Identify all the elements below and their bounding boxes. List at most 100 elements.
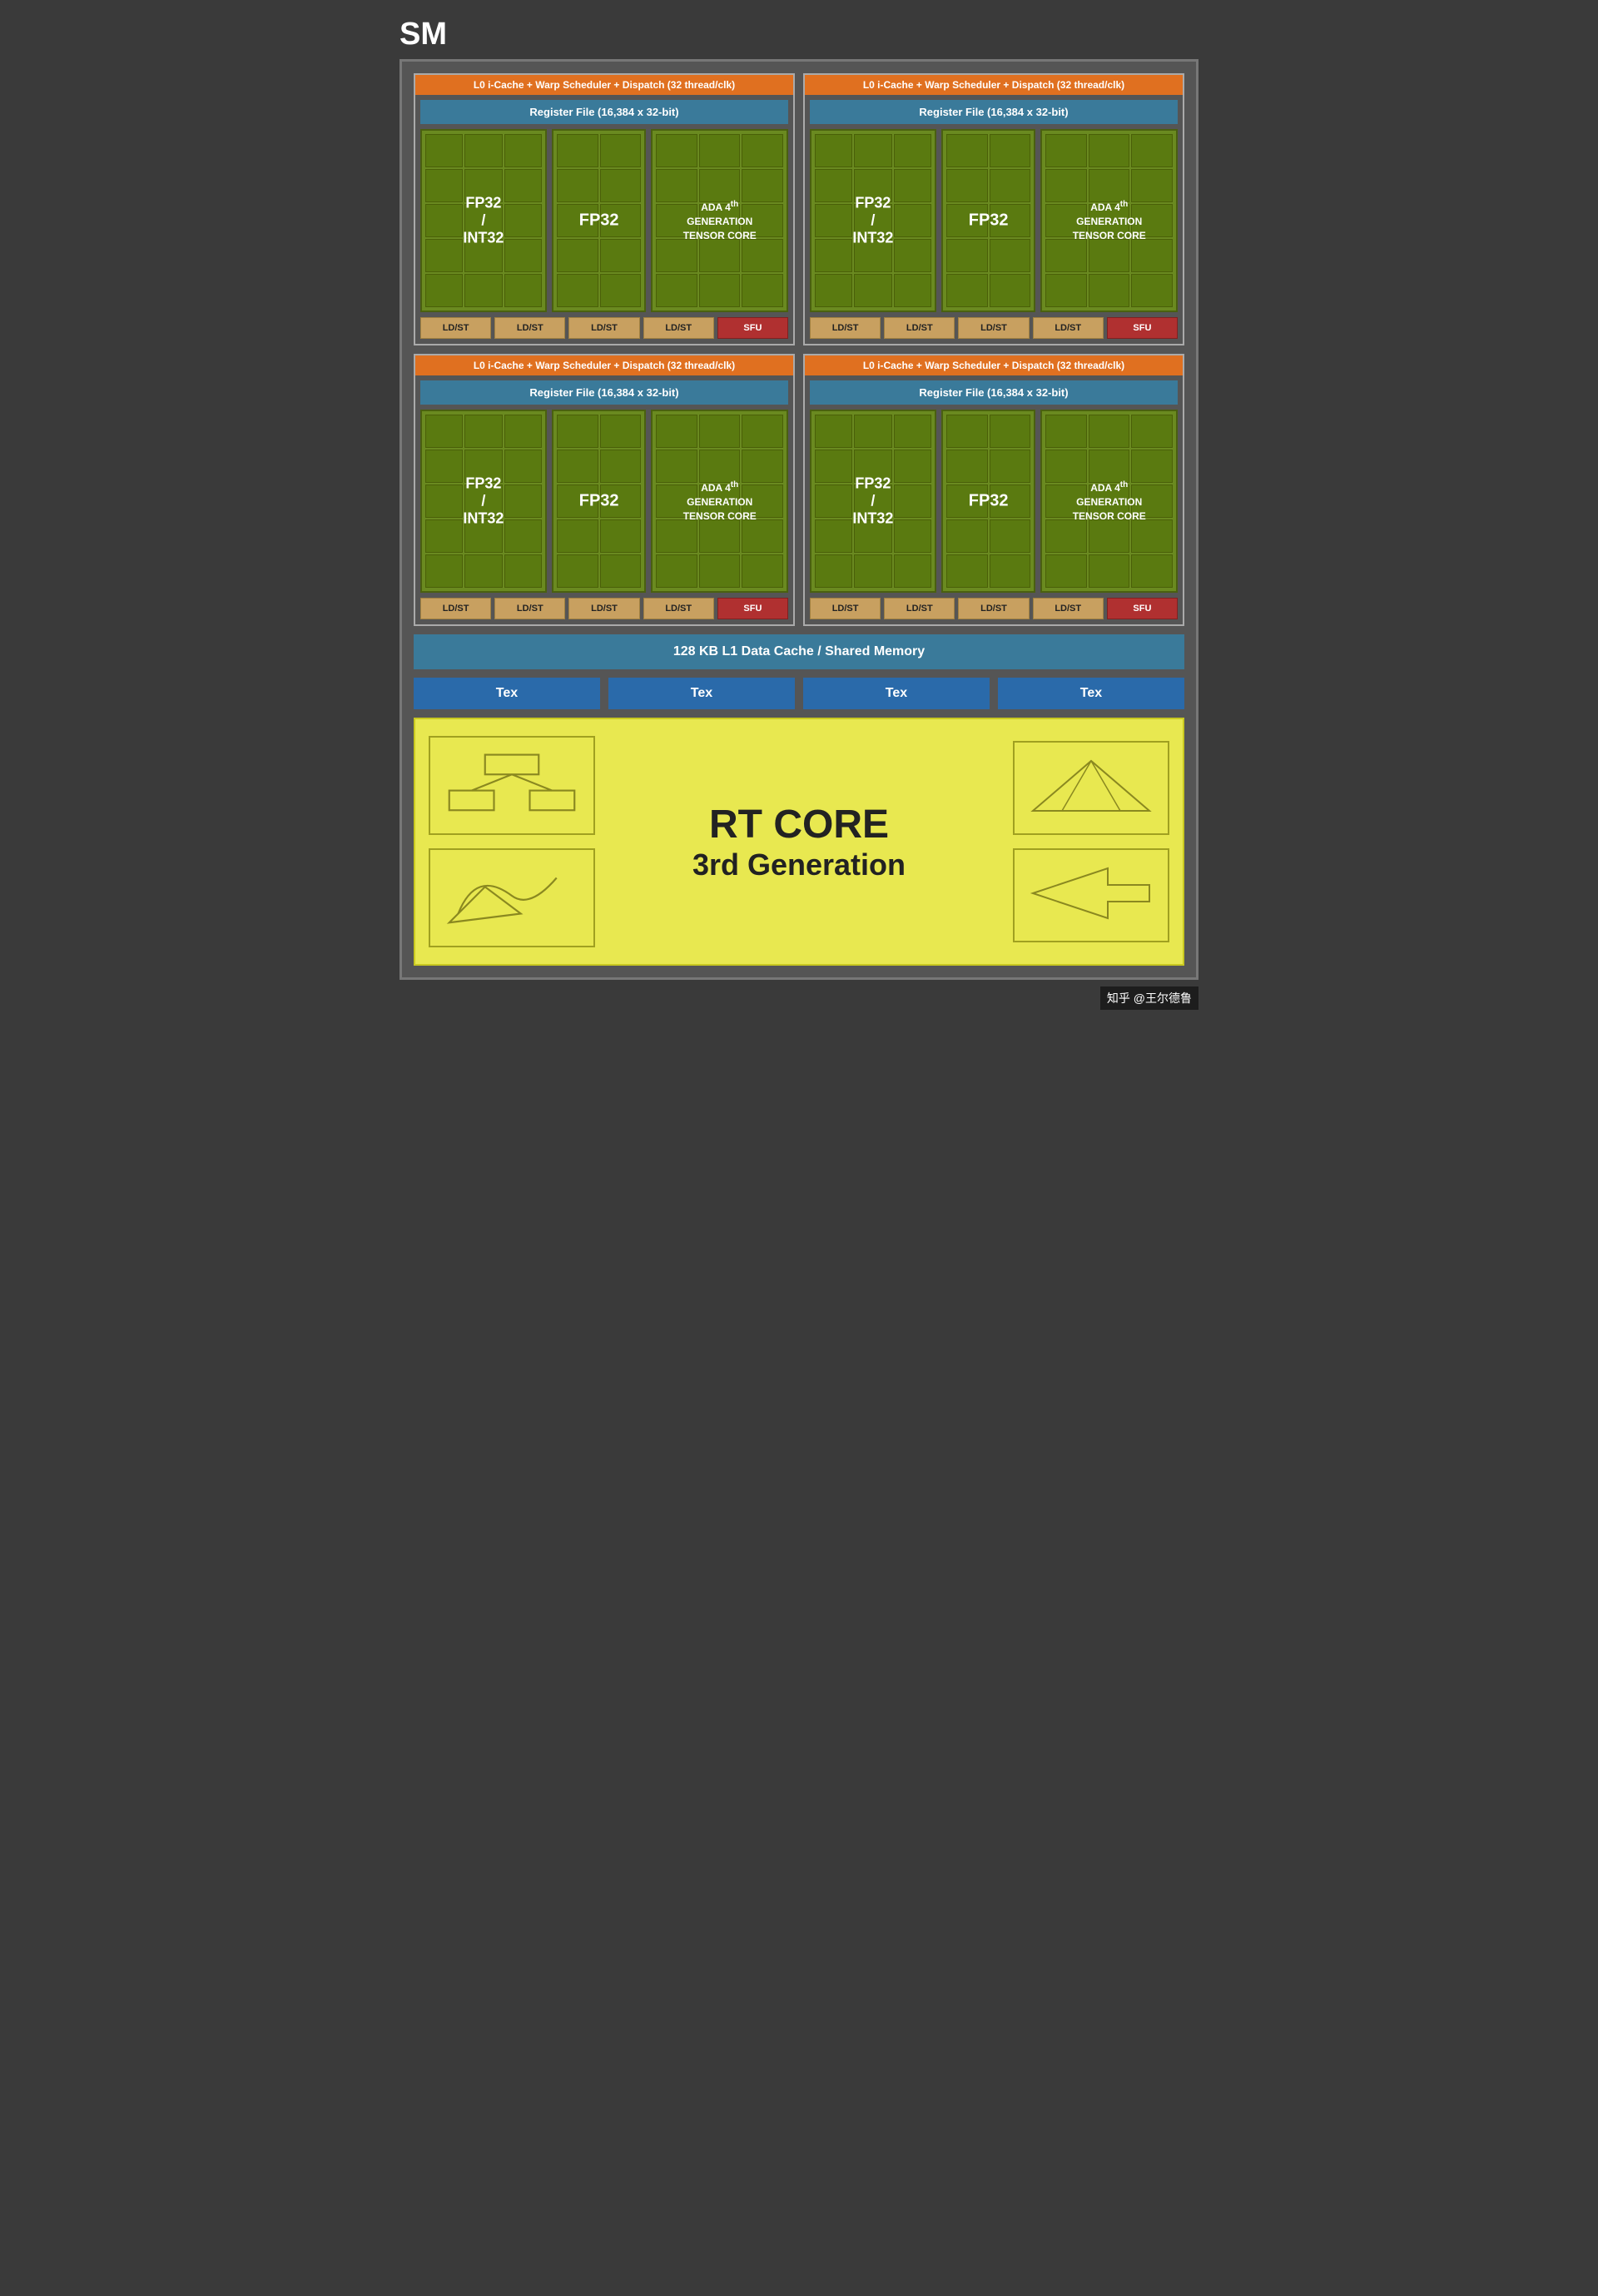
ldst-cell-3: LD/ST xyxy=(568,598,639,619)
ldst-row-bl: LD/ST LD/ST LD/ST LD/ST SFU xyxy=(415,598,793,624)
sfu-cell-br: SFU xyxy=(1107,598,1178,619)
grid-cell xyxy=(990,204,1031,237)
grid-cell xyxy=(656,239,697,272)
grid-cell xyxy=(425,450,463,483)
grid-cell xyxy=(557,519,598,553)
grid-cell xyxy=(1131,554,1173,588)
sfu-cell-tr: SFU xyxy=(1107,317,1178,339)
grid-cell xyxy=(815,415,852,448)
arrow-icon xyxy=(1013,848,1169,942)
grid-cell xyxy=(854,204,891,237)
grid-cell xyxy=(656,204,697,237)
grid-cell xyxy=(504,169,542,202)
grid-cell xyxy=(425,415,463,448)
grid-cell xyxy=(1131,239,1173,272)
ldst-cell-4: LD/ST xyxy=(643,317,714,339)
grid-cell xyxy=(990,554,1031,588)
grid-cell xyxy=(699,485,741,518)
grid-cell xyxy=(1089,415,1130,448)
grid-cell xyxy=(656,134,697,167)
grid-cell xyxy=(894,204,931,237)
quadrant-bottom-left: L0 i-Cache + Warp Scheduler + Dispatch (… xyxy=(414,354,795,626)
grid-cell xyxy=(1131,169,1173,202)
grid-cell xyxy=(600,554,642,588)
tensor-block-br: ADA 4thGENERATIONTENSOR CORE xyxy=(1040,410,1178,593)
grid-cell xyxy=(464,450,502,483)
bvh-icon-top xyxy=(429,736,595,835)
quadrant-top-left: L0 i-Cache + Warp Scheduler + Dispatch (… xyxy=(414,73,795,345)
grid-cell xyxy=(742,450,783,483)
ldst-cell-1: LD/ST xyxy=(420,317,491,339)
grid-cell xyxy=(600,239,642,272)
grid-cell xyxy=(1131,204,1173,237)
register-file-bar-bl: Register File (16,384 x 32-bit) xyxy=(420,380,788,405)
register-file-bar-br: Register File (16,384 x 32-bit) xyxy=(810,380,1178,405)
grid-cell xyxy=(1131,485,1173,518)
l1-cache-bar: 128 KB L1 Data Cache / Shared Memory xyxy=(414,634,1184,669)
grid-cell xyxy=(1045,519,1087,553)
ldst-cell-3: LD/ST xyxy=(958,317,1029,339)
grid-cell xyxy=(699,519,741,553)
grid-cell xyxy=(1131,450,1173,483)
grid-cell xyxy=(854,134,891,167)
grid-cell xyxy=(464,554,502,588)
grid-cell xyxy=(946,204,988,237)
fp32-int32-block-tr: FP32/INT32 xyxy=(810,129,936,312)
ldst-cell-1: LD/ST xyxy=(810,317,881,339)
fp32-block-tl: FP32 xyxy=(552,129,647,312)
tex-cell-4: Tex xyxy=(998,678,1184,709)
rt-icon-right xyxy=(1003,741,1169,942)
grid-cell xyxy=(557,450,598,483)
ldst-cell-4: LD/ST xyxy=(643,598,714,619)
grid-cell xyxy=(425,554,463,588)
quadrant-bottom-right: L0 i-Cache + Warp Scheduler + Dispatch (… xyxy=(803,354,1184,626)
fp32-block-tr: FP32 xyxy=(941,129,1036,312)
grid-cell xyxy=(815,204,852,237)
tex-cell-3: Tex xyxy=(803,678,990,709)
grid-cell xyxy=(464,134,502,167)
grid-cell xyxy=(425,485,463,518)
grid-cell xyxy=(557,274,598,307)
grid-cell xyxy=(894,274,931,307)
grid-cell xyxy=(990,274,1031,307)
ldst-cell-2: LD/ST xyxy=(494,598,565,619)
grid-cell xyxy=(990,450,1031,483)
grid-cell xyxy=(600,169,642,202)
tensor-block-bl: ADA 4thGENERATIONTENSOR CORE xyxy=(651,410,788,593)
sfu-cell-bl: SFU xyxy=(717,598,788,619)
grid-cell xyxy=(699,415,741,448)
grid-cell xyxy=(854,169,891,202)
grid-cell xyxy=(1131,134,1173,167)
grid-cell xyxy=(656,415,697,448)
grid-cell xyxy=(894,450,931,483)
grid-cell xyxy=(504,415,542,448)
warp-scheduler-bar-tr: L0 i-Cache + Warp Scheduler + Dispatch (… xyxy=(805,75,1183,95)
grid-cell xyxy=(946,485,988,518)
grid-cell xyxy=(1045,204,1087,237)
grid-cell xyxy=(990,169,1031,202)
grid-cell xyxy=(854,519,891,553)
grid-cell xyxy=(600,274,642,307)
ldst-cell-2: LD/ST xyxy=(884,317,955,339)
grid-cell xyxy=(600,415,642,448)
top-quadrant-row: L0 i-Cache + Warp Scheduler + Dispatch (… xyxy=(414,73,1184,345)
grid-cell xyxy=(699,239,741,272)
rt-icon-left xyxy=(429,736,595,947)
grid-cell xyxy=(1089,274,1130,307)
grid-cell xyxy=(656,519,697,553)
grid-cell xyxy=(656,485,697,518)
grid-cell xyxy=(990,239,1031,272)
grid-cell xyxy=(464,239,502,272)
grid-cell xyxy=(557,134,598,167)
grid-cell xyxy=(464,204,502,237)
sfu-cell-tl: SFU xyxy=(717,317,788,339)
compute-section-tr: FP32/INT32 FP32 xyxy=(805,129,1183,312)
grid-cell xyxy=(990,134,1031,167)
grid-cell xyxy=(504,519,542,553)
grid-cell xyxy=(990,485,1031,518)
grid-cell xyxy=(742,239,783,272)
grid-cell xyxy=(656,450,697,483)
grid-cell xyxy=(990,519,1031,553)
grid-cell xyxy=(815,450,852,483)
grid-cell xyxy=(815,274,852,307)
